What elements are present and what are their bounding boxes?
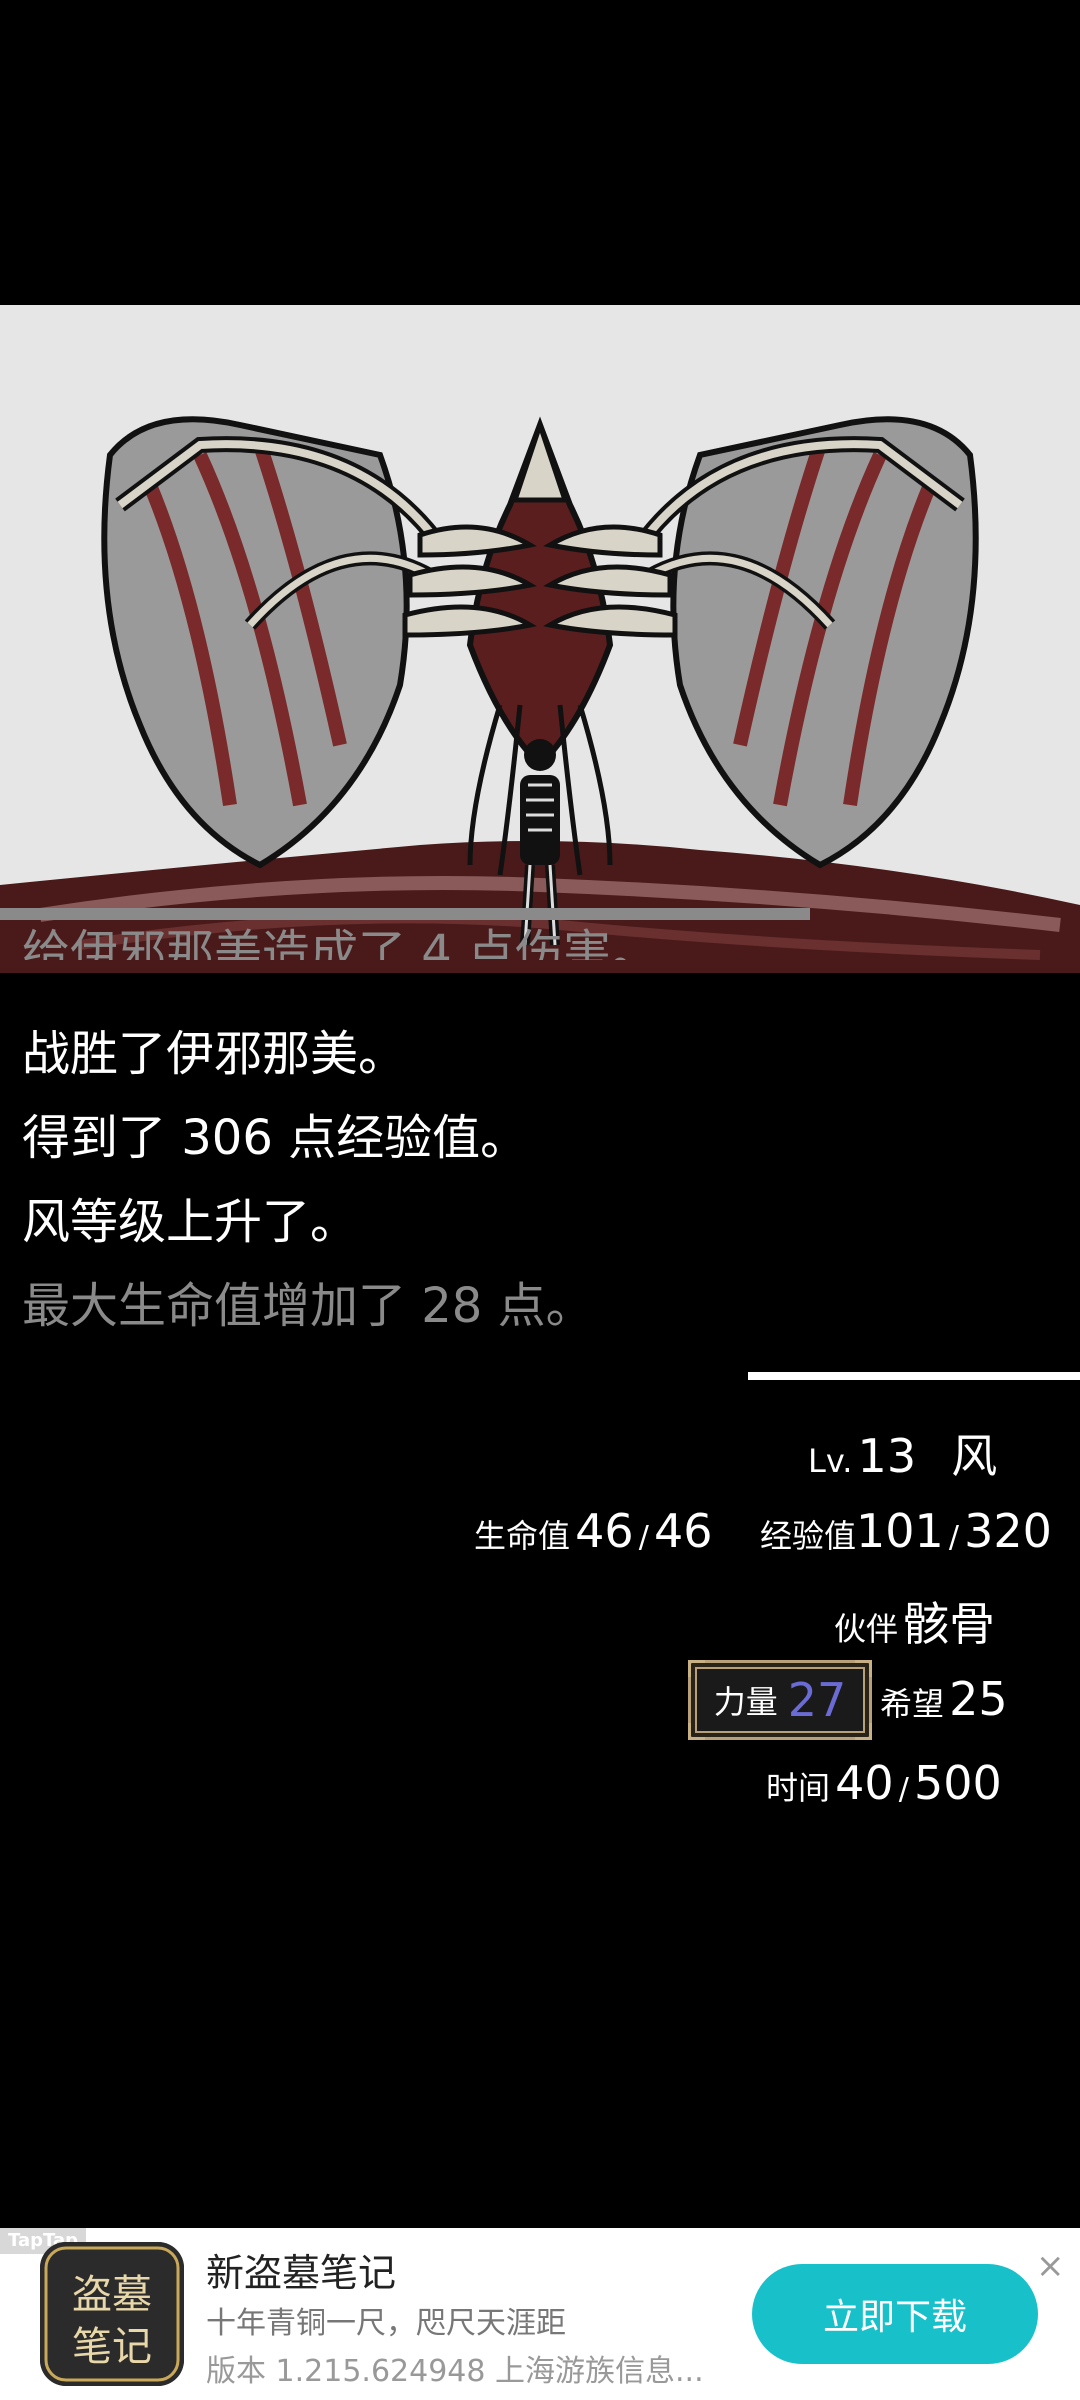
download-button[interactable]: 立即下载: [752, 2264, 1038, 2364]
hp-row: 生命值 46 / 46: [474, 1504, 713, 1558]
badge-corner-icon: [688, 1660, 705, 1677]
log-line-2: 得到了 306 点经验值。: [22, 1110, 529, 1166]
enemy-hp-bar: [0, 908, 810, 920]
ad-tagline: 十年青铜一尺，咫尺天涯距: [206, 2306, 566, 2341]
partner-row: 伙伴 骸骨: [834, 1588, 995, 1654]
ad-app-name: 新盗墓笔记: [206, 2251, 397, 2295]
time-label: 时间: [766, 1769, 831, 1807]
battle-scene: [0, 305, 1080, 973]
log-line-3: 风等级上升了。: [22, 1194, 359, 1250]
hope-value: 25: [949, 1672, 1008, 1726]
exp-row: 经验值101 / 320: [760, 1504, 1052, 1558]
time-current: 40: [835, 1756, 894, 1810]
close-icon[interactable]: ×: [1036, 2246, 1065, 2286]
svg-text:盗墓: 盗墓: [72, 2272, 152, 2318]
level-row: Lv. 13 风: [808, 1420, 997, 1486]
badge-corner-icon: [855, 1660, 872, 1677]
hp-separator: /: [638, 1520, 649, 1555]
hope-label: 希望: [880, 1685, 945, 1723]
exp-max: 320: [964, 1504, 1052, 1558]
time-max: 500: [913, 1756, 1002, 1810]
app-logo-icon: 盗墓 笔记: [40, 2242, 184, 2386]
log-line-1: 战胜了伊邪那美。: [22, 1026, 407, 1082]
badge-corner-icon: [855, 1723, 872, 1740]
strength-badge[interactable]: 力量 27: [688, 1660, 872, 1740]
time-row: 时间 40 / 500: [766, 1756, 1002, 1810]
partner-name: 骸骨: [903, 1597, 996, 1651]
hp-label: 生命值: [474, 1517, 571, 1555]
exp-label: 经验值: [760, 1517, 857, 1555]
hope-row: 希望 25: [880, 1672, 1008, 1726]
exp-current: 101: [856, 1504, 944, 1558]
ad-meta: 版本 1.215.624948 上海游族信息...: [206, 2354, 704, 2389]
boss-illustration: [0, 416, 1080, 973]
strength-value: 27: [787, 1673, 847, 1727]
strength-label: 力量: [713, 1683, 778, 1721]
time-separator: /: [898, 1772, 909, 1807]
log-line-clipped: 给伊邪那美造成了 4 点伤害。: [22, 925, 660, 960]
hp-current: 46: [575, 1504, 634, 1558]
app-icon[interactable]: 盗墓 笔记: [40, 2242, 184, 2386]
level-value: 13: [857, 1429, 917, 1483]
level-prefix: Lv.: [808, 1442, 853, 1480]
exp-separator: /: [948, 1520, 960, 1555]
log-line-4: 最大生命值增加了 28 点。: [22, 1278, 594, 1334]
badge-corner-icon: [688, 1723, 705, 1740]
svg-text:笔记: 笔记: [72, 2324, 152, 2370]
character-name: 风: [951, 1429, 998, 1483]
ad-banner[interactable]: TapTap 盗墓 笔记 新盗墓笔记 十年青铜一尺，咫尺天涯距 版本 1.215…: [0, 2228, 1080, 2400]
partner-label: 伙伴: [834, 1610, 899, 1648]
status-divider: [748, 1372, 1080, 1380]
hp-max: 46: [653, 1504, 713, 1558]
